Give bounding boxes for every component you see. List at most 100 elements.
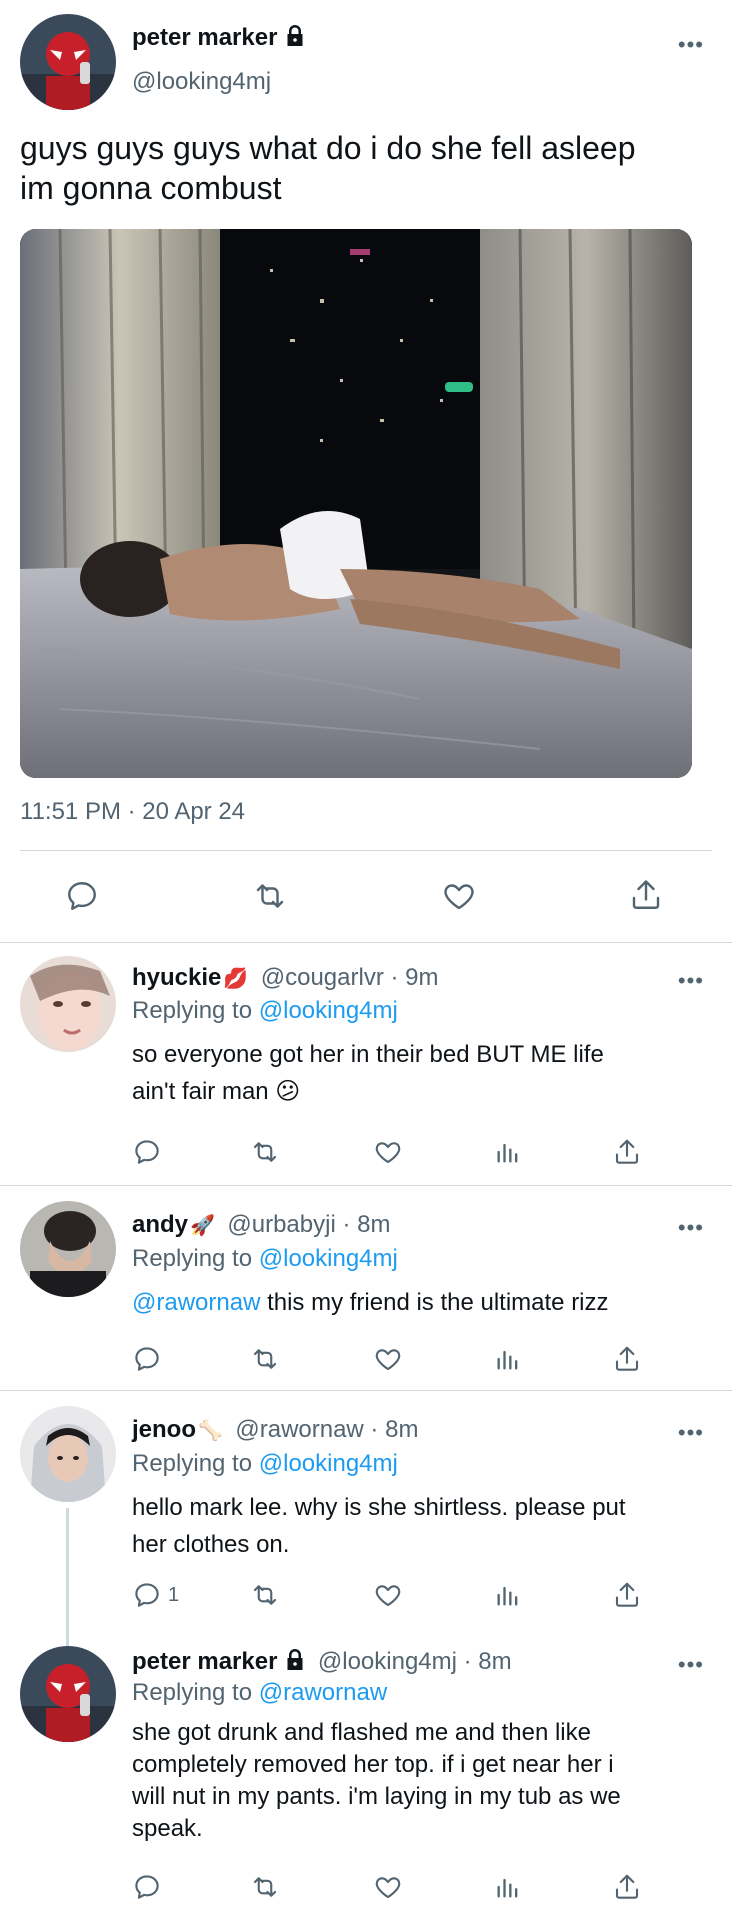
retweet-button[interactable]	[248, 1137, 282, 1167]
reply-author-name[interactable]: andy	[132, 1211, 188, 1238]
like-button[interactable]	[372, 1580, 404, 1610]
tweet-photo[interactable]	[20, 229, 692, 778]
analytics-icon	[494, 1137, 522, 1167]
reply-header: jenoo 🦴 @rawornaw · 8m	[132, 1416, 418, 1444]
reply-button[interactable]	[132, 1872, 162, 1902]
more-icon[interactable]: •••	[678, 970, 704, 992]
replying-to: Replying to @looking4mj	[132, 1450, 398, 1478]
tweet-text: guys guys guys what do i do she fell asl…	[20, 128, 635, 208]
analytics-button[interactable]	[494, 1137, 522, 1167]
reply-handle-time[interactable]: @looking4mj · 8m	[318, 1648, 512, 1675]
main-author[interactable]: peter marker	[132, 24, 307, 53]
share-button[interactable]	[612, 1136, 642, 1168]
analytics-button[interactable]	[494, 1580, 522, 1610]
lock-icon	[283, 1648, 307, 1677]
replying-prefix: Replying to	[132, 1245, 253, 1272]
reply-header: andy 🚀 @urbabyji · 8m	[132, 1211, 390, 1239]
replying-prefix: Replying to	[132, 997, 253, 1024]
more-icon[interactable]: •••	[678, 1422, 704, 1444]
share-button[interactable]	[612, 1579, 642, 1611]
like-icon	[372, 1137, 404, 1167]
like-icon	[372, 1872, 404, 1902]
retweet-icon	[248, 1872, 282, 1902]
replying-to-link[interactable]: @looking4mj	[259, 1245, 398, 1272]
like-button[interactable]	[372, 1137, 404, 1167]
reply-text-line: this my friend is the ultimate rizz	[260, 1289, 609, 1316]
reply-author-name[interactable]: jenoo	[132, 1416, 196, 1443]
like-button[interactable]	[372, 1872, 404, 1902]
retweet-icon	[250, 878, 290, 914]
more-icon[interactable]: •••	[678, 34, 704, 56]
reply-text: so everyone got her in their bed BUT ME …	[132, 1036, 604, 1110]
like-icon	[440, 878, 478, 914]
share-button[interactable]	[612, 1343, 642, 1375]
bone-emoji-icon: 🦴	[198, 1420, 223, 1442]
reply-text: hello mark lee. why is she shirtless. pl…	[132, 1489, 626, 1563]
replying-prefix: Replying to	[132, 1679, 253, 1706]
more-icon[interactable]: •••	[678, 1217, 704, 1239]
analytics-button[interactable]	[494, 1344, 522, 1374]
reply-avatar[interactable]	[20, 1201, 116, 1297]
reply-header: hyuckie 💋 @cougarlvr · 9m	[132, 964, 439, 992]
reply-icon	[132, 1872, 162, 1902]
reply-text-line: speak.	[132, 1815, 203, 1842]
replying-to: Replying to @looking4mj	[132, 997, 398, 1025]
replying-to-link[interactable]: @looking4mj	[259, 997, 398, 1024]
reply-header: peter marker @looking4mj · 8m	[132, 1648, 512, 1677]
author-name[interactable]: peter marker	[132, 24, 277, 51]
share-icon	[612, 1343, 642, 1375]
reply-author-name[interactable]: peter marker	[132, 1648, 277, 1675]
like-button[interactable]	[372, 1344, 404, 1374]
reply-icon	[132, 1137, 162, 1167]
retweet-button[interactable]	[250, 878, 290, 914]
analytics-icon	[494, 1580, 522, 1610]
like-icon	[372, 1344, 404, 1374]
retweet-button[interactable]	[248, 1872, 282, 1902]
replying-prefix: Replying to	[132, 1450, 253, 1477]
like-button[interactable]	[440, 878, 478, 914]
share-icon	[612, 1136, 642, 1168]
reply-avatar[interactable]	[20, 1646, 116, 1742]
replying-to-link[interactable]: @looking4mj	[259, 1450, 398, 1477]
replying-to-link[interactable]: @rawornaw	[259, 1679, 387, 1706]
replying-to: Replying to @looking4mj	[132, 1245, 398, 1273]
retweet-icon	[248, 1137, 282, 1167]
reply-handle-time[interactable]: @cougarlvr · 9m	[261, 964, 439, 991]
tweet-timestamp[interactable]: 11:51 PM · 20 Apr 24	[20, 798, 245, 826]
divider	[20, 850, 712, 851]
retweet-button[interactable]	[248, 1580, 282, 1610]
reply-text: she got drunk and flashed me and then li…	[132, 1717, 621, 1845]
reply-avatar[interactable]	[20, 1406, 116, 1502]
rocket-emoji-icon: 🚀	[190, 1215, 215, 1237]
reply-button[interactable]	[132, 1344, 162, 1374]
share-button[interactable]	[612, 1871, 642, 1903]
replying-to: Replying to @rawornaw	[132, 1679, 387, 1707]
reply-text-line: hello mark lee. why is she shirtless. pl…	[132, 1494, 626, 1521]
retweet-button[interactable]	[248, 1344, 282, 1374]
author-handle[interactable]: @looking4mj	[132, 68, 271, 96]
reply-button[interactable]: 1	[132, 1580, 179, 1610]
reply-author-name[interactable]: hyuckie	[132, 964, 221, 991]
analytics-icon	[494, 1872, 522, 1902]
reply-handle-time[interactable]: @urbabyji · 8m	[227, 1211, 390, 1238]
reply-button[interactable]	[64, 878, 100, 914]
more-icon[interactable]: •••	[678, 1654, 704, 1676]
share-button[interactable]	[628, 876, 664, 914]
reply-icon	[132, 1580, 162, 1610]
reply-text-line: her clothes on.	[132, 1531, 290, 1558]
analytics-icon	[494, 1344, 522, 1374]
divider	[0, 942, 732, 943]
share-icon	[628, 876, 664, 914]
divider	[0, 1390, 732, 1391]
retweet-icon	[248, 1344, 282, 1374]
share-icon	[612, 1871, 642, 1903]
like-icon	[372, 1580, 404, 1610]
reply-handle-time[interactable]: @rawornaw · 8m	[235, 1416, 418, 1443]
divider	[0, 1185, 732, 1186]
reply-button[interactable]	[132, 1137, 162, 1167]
analytics-button[interactable]	[494, 1872, 522, 1902]
main-avatar[interactable]	[20, 14, 116, 110]
mention-link[interactable]: @rawornaw	[132, 1289, 260, 1316]
reply-text-line: she got drunk and flashed me and then li…	[132, 1719, 591, 1746]
reply-avatar[interactable]	[20, 956, 116, 1052]
